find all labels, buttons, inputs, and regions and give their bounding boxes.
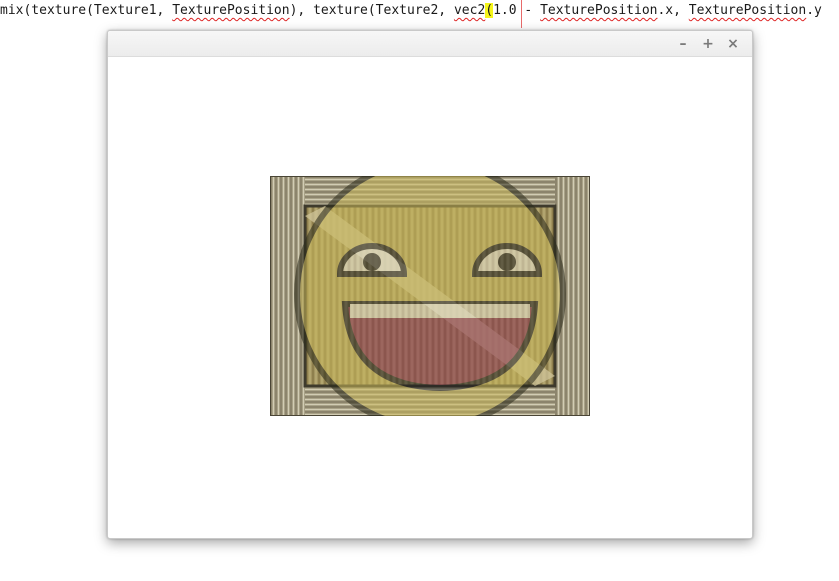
- code-identifier: TexturePosition: [688, 3, 807, 18]
- minimize-button[interactable]: –: [674, 35, 692, 53]
- code-identifier: TexturePosition: [540, 3, 658, 18]
- window-titlebar[interactable]: – + ×: [108, 31, 752, 57]
- code-text: .x,: [657, 3, 689, 18]
- maximize-button[interactable]: +: [699, 35, 717, 53]
- text-caret: [521, 0, 522, 28]
- code-text: ), texture(Texture2,: [289, 3, 454, 18]
- code-text: 1.0 -: [493, 3, 541, 18]
- code-text: .y: [806, 3, 822, 18]
- rendered-texture-quad: [270, 176, 590, 416]
- matched-paren: (: [485, 3, 494, 18]
- close-icon: ×: [727, 36, 739, 52]
- maximize-icon: +: [702, 36, 714, 52]
- smiley-overlay: [294, 176, 566, 416]
- code-text: mix(texture(Texture1,: [0, 3, 173, 18]
- minimize-icon: –: [679, 36, 687, 52]
- code-editor-line[interactable]: mix(texture(Texture1, TexturePosition), …: [0, 0, 839, 22]
- code-identifier: TexturePosition: [172, 3, 290, 18]
- close-button[interactable]: ×: [724, 35, 742, 53]
- code-function: vec2: [453, 3, 486, 18]
- opengl-window: – + ×: [107, 30, 753, 539]
